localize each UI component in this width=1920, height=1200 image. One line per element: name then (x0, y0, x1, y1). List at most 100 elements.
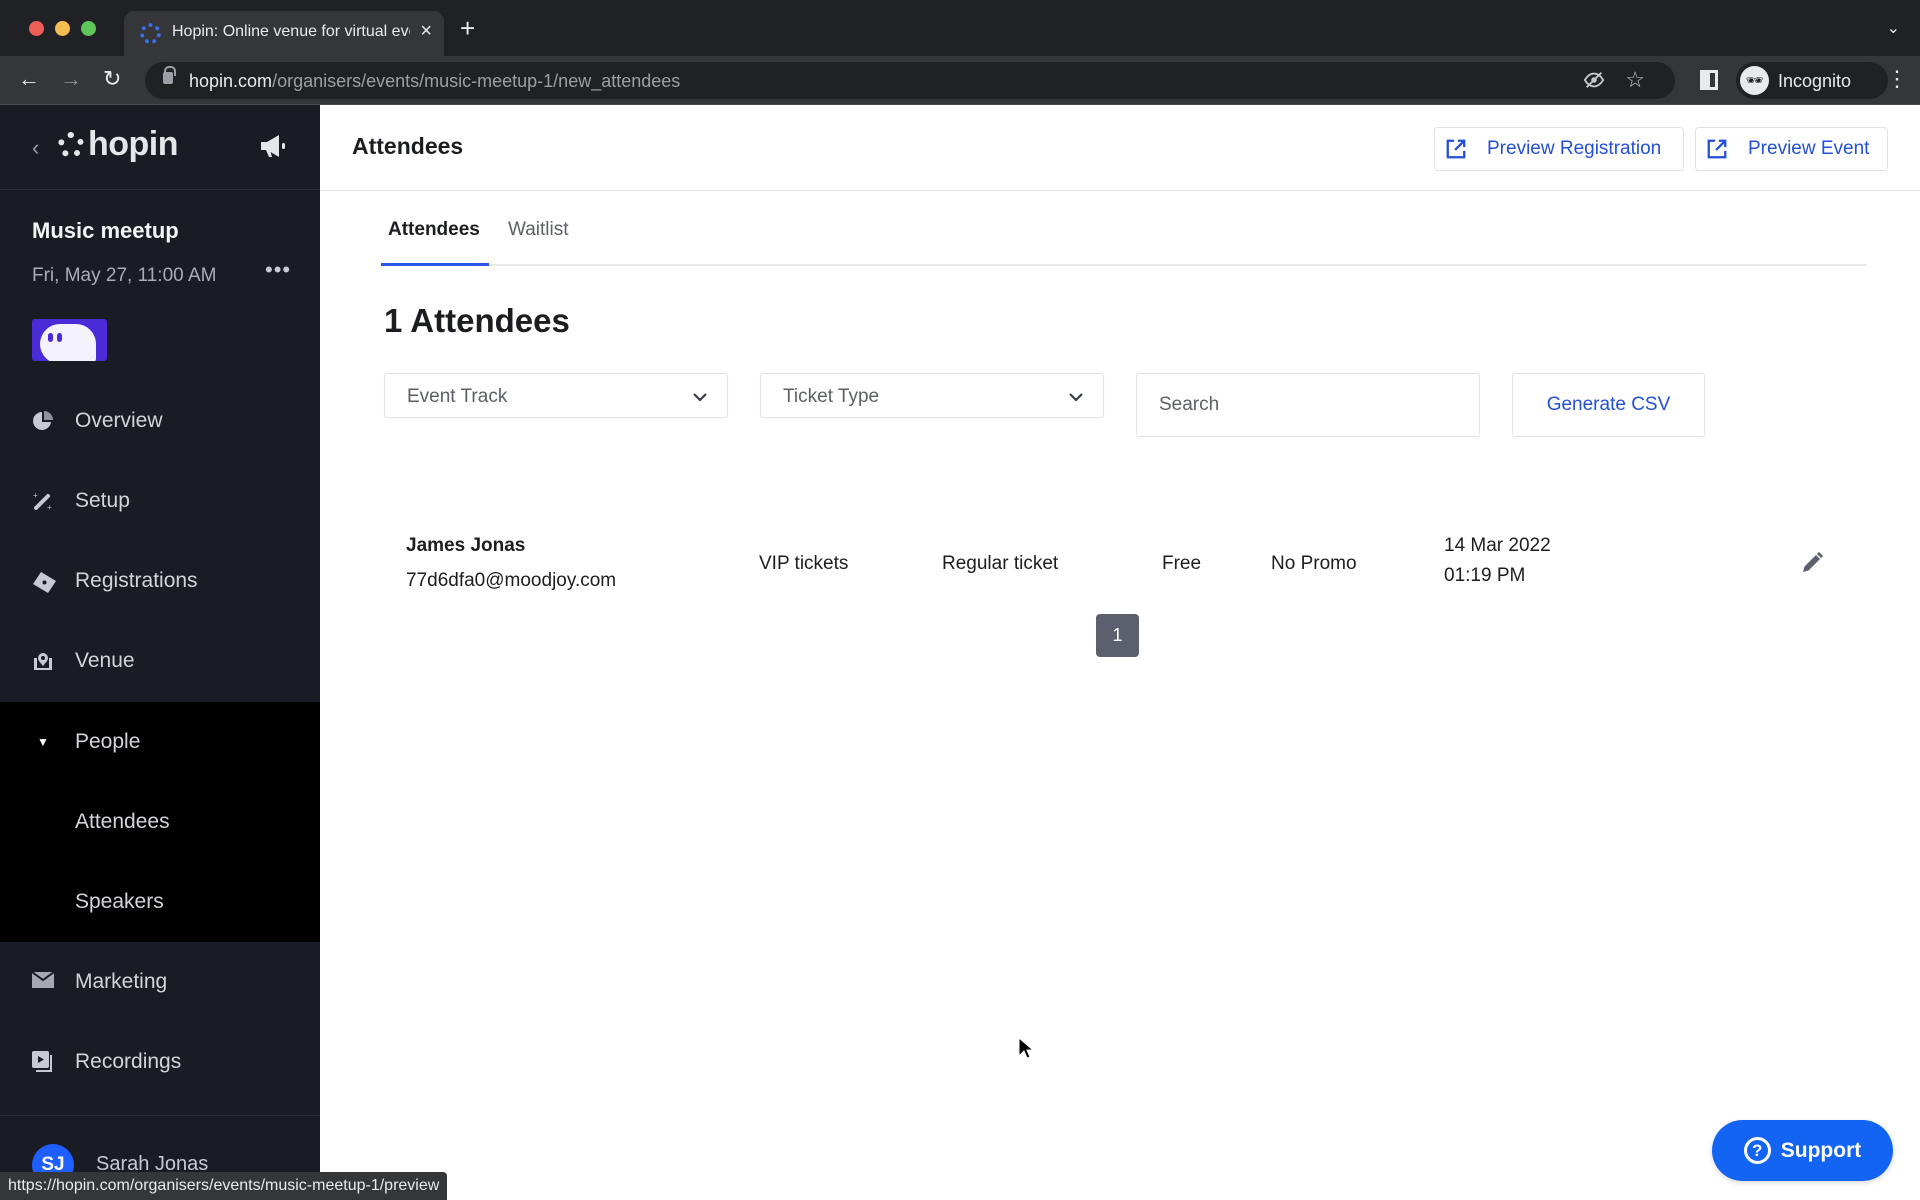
support-button[interactable]: ? Support (1712, 1120, 1893, 1181)
generate-csv-button[interactable]: Generate CSV (1512, 373, 1705, 437)
attendee-name: James Jonas (406, 535, 526, 556)
incognito-icon: 🕶 (1740, 66, 1769, 95)
event-track-placeholder: Event Track (407, 386, 508, 407)
sidebar-item-label: Setup (75, 489, 130, 512)
tab-close-icon[interactable]: × (420, 20, 432, 43)
main-content: Attendees Preview Registration Preview E… (320, 105, 1920, 1200)
external-link-icon (1707, 139, 1727, 159)
new-tab-button[interactable]: + (460, 15, 475, 41)
sidebar-item-registrations[interactable]: Registrations (0, 541, 320, 621)
mouse-cursor-icon (1018, 1037, 1034, 1059)
back-arrow-icon[interactable]: ← (18, 66, 40, 92)
tab-attendees[interactable]: Attendees (388, 219, 480, 241)
sidebar-item-attendees[interactable]: Attendees (0, 782, 320, 862)
hopin-logo-mark-icon (58, 131, 84, 158)
sidebar-item-setup[interactable]: + + Setup (0, 461, 320, 541)
attendee-email: 77d6dfa0@moodjoy.com (406, 570, 617, 591)
incognito-label: Incognito (1778, 71, 1852, 91)
window-close-button[interactable] (29, 21, 44, 36)
megaphone-icon[interactable] (258, 133, 288, 159)
ghost-eye (48, 333, 53, 342)
event-logo (32, 319, 107, 361)
ticket-type-select[interactable]: Ticket Type (760, 373, 1104, 418)
preview-registration-label: Preview Registration (1487, 138, 1662, 159)
attendee-promo: No Promo (1271, 553, 1357, 574)
sidebar-item-overview[interactable]: Overview (0, 381, 320, 461)
search-input[interactable] (1136, 373, 1480, 437)
attendee-ticket: Regular ticket (942, 553, 1059, 574)
attendee-time: 01:19 PM (1444, 565, 1526, 586)
lock-icon (163, 66, 176, 84)
sidebar-item-label: Attendees (75, 810, 170, 833)
mail-icon (31, 971, 55, 993)
address-bar[interactable]: hopin.com/organisers/events/music-meetup… (145, 62, 1675, 99)
hopin-favicon-icon (140, 23, 161, 44)
page-header: Attendees Preview Registration Preview E… (320, 105, 1920, 191)
bookmark-star-icon[interactable]: ☆ (1625, 67, 1645, 93)
chevron-down-icon (693, 393, 707, 402)
magic-wand-icon: + + (32, 490, 54, 512)
event-date: Fri, May 27, 11:00 AM (32, 265, 217, 286)
attendee-date: 14 Mar 2022 (1444, 535, 1551, 556)
preview-registration-button[interactable]: Preview Registration (1434, 127, 1684, 171)
back-chevron-icon[interactable]: ‹ (32, 135, 39, 161)
sidebar-item-label: Registrations (75, 569, 198, 592)
attendee-tabs: Attendees Waitlist (381, 191, 1867, 266)
hopin-logo[interactable]: hopin (58, 125, 179, 164)
external-link-icon (1446, 139, 1466, 159)
sidebar-item-label: Marketing (75, 970, 168, 993)
url-host: hopin.com (189, 71, 273, 91)
sidebar-item-label: Venue (75, 649, 135, 672)
side-panel-icon[interactable] (1700, 70, 1718, 90)
sidebar-item-label: Overview (75, 409, 163, 432)
sidebar-item-label: People (75, 730, 141, 753)
tab-title: Hopin: Online venue for virtual events (172, 23, 410, 40)
sidebar-item-recordings[interactable]: Recordings (0, 1022, 320, 1102)
url-text[interactable]: hopin.com/organisers/events/music-meetup… (189, 71, 680, 92)
pie-chart-icon (32, 410, 54, 432)
attendee-track: VIP tickets (759, 553, 849, 574)
help-circle-icon: ? (1743, 1137, 1771, 1164)
browser-menu-icon[interactable]: ⋮ (1886, 66, 1908, 92)
tab-waitlist[interactable]: Waitlist (508, 219, 569, 241)
ticket-type-placeholder: Ticket Type (783, 386, 880, 407)
attendee-count-title: 1 Attendees (384, 302, 570, 339)
caret-down-icon: ▼ (37, 735, 49, 749)
svg-text:+: + (47, 503, 52, 512)
tab-search-chevron-icon[interactable]: ⌄ (1887, 18, 1900, 38)
svg-text:+: + (33, 491, 38, 500)
sidebar-item-people[interactable]: ▼ People (0, 702, 320, 782)
ticket-icon (32, 570, 56, 593)
event-more-options-icon[interactable]: ••• (265, 257, 291, 283)
ghost-logo-icon (40, 324, 96, 361)
sidebar-item-marketing[interactable]: Marketing (0, 942, 320, 1022)
sidebar-header: ‹ hopin (0, 105, 320, 190)
incognito-profile-button[interactable]: 🕶 Incognito (1736, 62, 1888, 99)
event-track-select[interactable]: Event Track (384, 373, 728, 418)
edit-pencil-icon[interactable] (1800, 551, 1826, 577)
url-path: /organisers/events/music-meetup-1/new_at… (272, 71, 681, 91)
venue-pin-icon (32, 650, 54, 672)
sidebar: ‹ hopin Music meetup Fri, May 27, 11:00 … (0, 105, 320, 1200)
preview-event-label: Preview Event (1748, 138, 1870, 159)
link-status-bar: https://hopin.com/organisers/events/musi… (0, 1172, 448, 1200)
page-title: Attendees (352, 133, 464, 159)
pagination-page-button[interactable]: 1 (1096, 614, 1139, 657)
active-tab-indicator (381, 263, 489, 266)
table-row: James Jonas 77d6dfa0@moodjoy.com VIP tic… (384, 525, 1870, 605)
ghost-eye (57, 333, 62, 342)
hopin-wordmark: hopin (88, 125, 179, 163)
preview-event-button[interactable]: Preview Event (1695, 127, 1888, 171)
recordings-icon (32, 1051, 54, 1073)
forward-arrow-icon[interactable]: → (60, 66, 82, 92)
browser-tab[interactable]: Hopin: Online venue for virtual events × (124, 11, 444, 56)
browser-toolbar: ← → ↻ hopin.com/organisers/events/music-… (0, 56, 1920, 105)
browser-tab-bar: Hopin: Online venue for virtual events ×… (0, 0, 1920, 56)
eye-off-icon[interactable] (1583, 69, 1605, 96)
sidebar-item-venue[interactable]: Venue (0, 621, 320, 701)
attendee-price: Free (1162, 553, 1202, 574)
reload-icon[interactable]: ↻ (103, 66, 121, 92)
window-minimize-button[interactable] (55, 21, 70, 36)
window-maximize-button[interactable] (81, 21, 96, 36)
sidebar-item-speakers[interactable]: Speakers (0, 862, 320, 942)
